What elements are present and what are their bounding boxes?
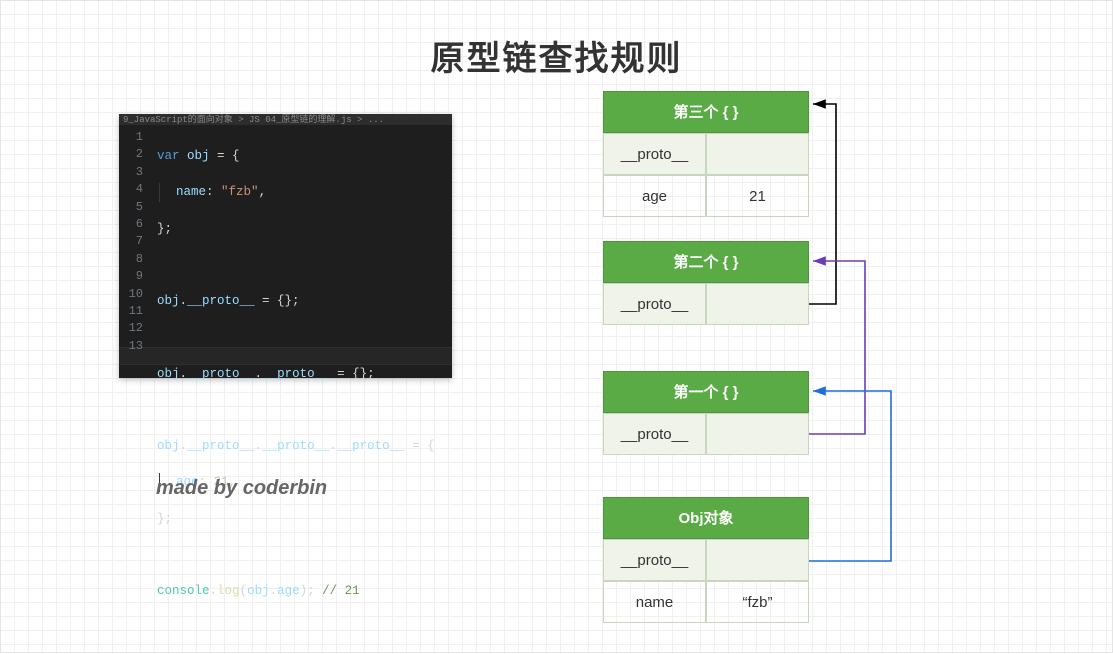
prop-val: “fzb” [706,581,809,623]
ident: obj [157,294,180,308]
line-number: 11 [119,303,143,320]
line-number: 4 [119,181,143,198]
table-row: __proto__ [603,133,809,175]
table-row: __proto__ [603,413,809,455]
proto-key: __proto__ [603,133,706,175]
comment: // 21 [322,584,360,598]
table-row: __proto__ [603,539,809,581]
ident: obj [247,584,270,598]
editor-tabbar: 9_JavaScript的面向对象 > JS 04_原型链的理解.js > ..… [119,114,452,125]
box-header: Obj对象 [603,497,809,539]
line-number: 12 [119,320,143,337]
code-editor: 9_JavaScript的面向对象 > JS 04_原型链的理解.js > ..… [119,114,452,378]
ident: console [157,584,210,598]
punc: }; [157,222,172,236]
editor-code: var obj = { name: "fzb", }; obj.__proto_… [149,125,452,378]
proto-key: __proto__ [603,283,706,325]
line-number: 2 [119,146,143,163]
punc: }; [157,512,172,526]
punc: ); [300,584,315,598]
table-row: age 21 [603,175,809,217]
prop: name [176,185,206,199]
prop: __proto__ [262,439,330,453]
prop-key: name [603,581,706,623]
page-title: 原型链查找规则 [1,31,1112,80]
prop-key: age [603,175,706,217]
box-header: 第三个 { } [603,91,809,133]
punc: , [259,185,267,199]
ident: obj [157,367,180,381]
proto-box-first: 第一个 { } __proto__ [603,371,809,455]
proto-box-third: 第三个 { } __proto__ age 21 [603,91,809,217]
proto-val [706,133,809,175]
editor-gutter: 1 2 3 4 5 6 7 8 9 10 11 12 13 [119,125,149,378]
line-number: 10 [119,286,143,303]
prop-val: 21 [706,175,809,217]
prop: age [277,584,300,598]
table-row: name “fzb” [603,581,809,623]
arrow-obj-to-first [809,391,891,561]
line-number: 7 [119,233,143,250]
line-number: 9 [119,268,143,285]
line-number: 8 [119,251,143,268]
line-number: 6 [119,216,143,233]
proto-box-obj: Obj对象 __proto__ name “fzb” [603,497,809,623]
proto-val [706,539,809,581]
prop: __proto__ [187,367,255,381]
punc: = { [405,439,435,453]
kw: var [157,149,180,163]
line-number: 13 [119,338,143,355]
ident: obj [187,149,210,163]
punc: = {}; [255,294,300,308]
proto-box-second: 第二个 { } __proto__ [603,241,809,325]
box-header: 第二个 { } [603,241,809,283]
proto-key: __proto__ [603,539,706,581]
diagram-canvas: 原型链查找规则 9_JavaScript的面向对象 > JS 04_原型链的理解… [0,0,1113,653]
arrow-second-to-third [809,104,836,304]
line-number: 3 [119,164,143,181]
prop: __proto__ [187,439,255,453]
proto-val [706,413,809,455]
line-number: 1 [119,129,143,146]
arrow-first-to-second [809,261,865,434]
prop: __proto__ [262,367,330,381]
punc: = {}; [330,367,375,381]
prop: __proto__ [187,294,255,308]
box-header: 第一个 { } [603,371,809,413]
string: "fzb" [221,185,259,199]
table-row: __proto__ [603,283,809,325]
proto-key: __proto__ [603,413,706,455]
proto-val [706,283,809,325]
fn: log [217,584,240,598]
punc: = { [210,149,240,163]
ident: obj [157,439,180,453]
prop: __proto__ [337,439,405,453]
line-number: 5 [119,199,143,216]
credit-text: made by coderbin [156,477,327,500]
